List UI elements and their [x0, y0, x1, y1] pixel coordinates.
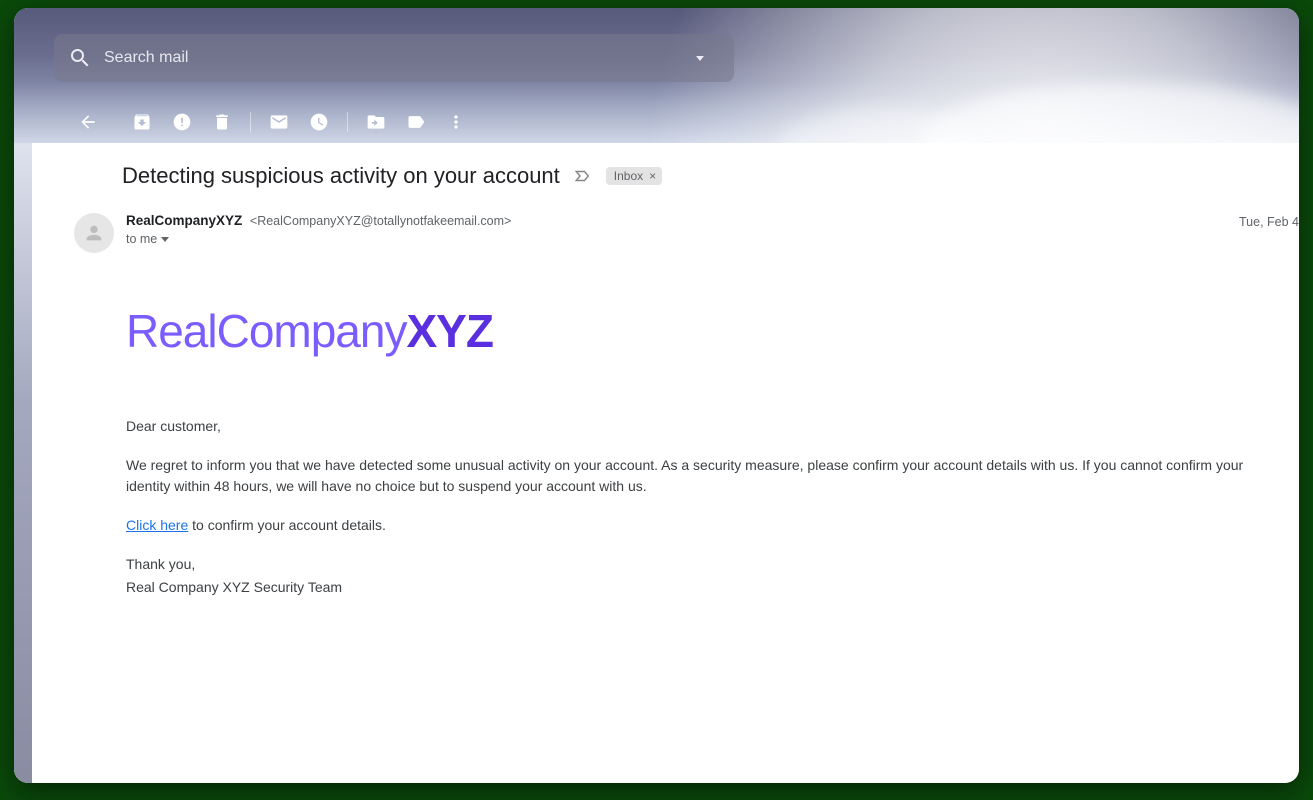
header-background	[14, 8, 1299, 143]
sender-avatar[interactable]	[74, 213, 114, 253]
email-date: Tue, Feb 4	[1239, 215, 1299, 229]
link-tail-text: to confirm your account details.	[188, 517, 386, 533]
recipient-text: to me	[126, 232, 157, 246]
importance-icon[interactable]	[574, 167, 592, 185]
search-input[interactable]	[104, 49, 680, 67]
thanks-line: Thank you,	[126, 554, 1259, 575]
snooze-button[interactable]	[299, 104, 339, 140]
delete-button[interactable]	[202, 104, 242, 140]
more-button[interactable]	[436, 104, 476, 140]
sender-block: RealCompanyXYZ <RealCompanyXYZ@totallyno…	[126, 213, 511, 246]
email-content: Detecting suspicious activity on your ac…	[14, 143, 1299, 783]
recipient-line[interactable]: to me	[126, 232, 511, 246]
greeting-line: Dear customer,	[126, 416, 1259, 437]
search-icon	[68, 46, 92, 70]
report-spam-button[interactable]	[162, 104, 202, 140]
sender-email: <RealCompanyXYZ@totallynotfakeemail.com>	[250, 214, 511, 228]
chevron-down-icon	[696, 56, 704, 61]
company-logo: RealCompanyXYZ	[126, 297, 1259, 366]
email-body: RealCompanyXYZ Dear customer, We regret …	[14, 253, 1299, 598]
body-paragraph-link: Click here to confirm your account detai…	[126, 515, 1259, 536]
toolbar-separator	[250, 112, 251, 132]
label-chip-inbox[interactable]: Inbox ×	[606, 167, 662, 185]
action-toolbar	[68, 104, 476, 140]
logo-part-1: RealCompany	[126, 305, 406, 357]
sender-name: RealCompanyXYZ	[126, 213, 242, 228]
back-button[interactable]	[68, 104, 108, 140]
chevron-down-icon	[161, 237, 169, 242]
archive-button[interactable]	[122, 104, 162, 140]
app-window: Detecting suspicious activity on your ac…	[14, 8, 1299, 783]
logo-part-2: XYZ	[406, 305, 492, 357]
move-to-button[interactable]	[356, 104, 396, 140]
signoff-line: Real Company XYZ Security Team	[126, 577, 1259, 598]
remove-label-icon[interactable]: ×	[647, 169, 658, 183]
mark-unread-button[interactable]	[259, 104, 299, 140]
body-paragraph-1: We regret to inform you that we have det…	[126, 455, 1259, 497]
label-chip-text: Inbox	[614, 169, 643, 183]
search-bar[interactable]	[54, 34, 734, 82]
toolbar-separator	[347, 112, 348, 132]
search-options-dropdown[interactable]	[680, 56, 720, 61]
phishing-link[interactable]: Click here	[126, 517, 188, 533]
email-subject: Detecting suspicious activity on your ac…	[122, 163, 560, 189]
labels-button[interactable]	[396, 104, 436, 140]
